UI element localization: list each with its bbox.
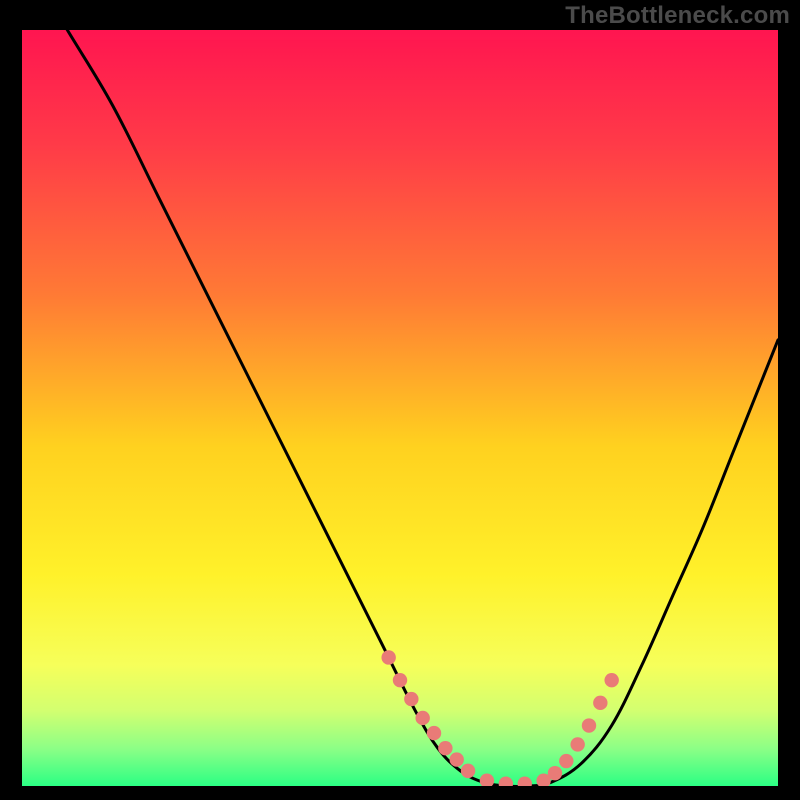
sweet-spot-dot	[582, 718, 596, 732]
watermark-text: TheBottleneck.com	[565, 2, 790, 30]
sweet-spot-dot	[461, 764, 475, 778]
sweet-spot-dot	[559, 754, 573, 768]
sweet-spot-dot	[450, 752, 464, 766]
sweet-spot-dot	[548, 766, 562, 780]
sweet-spot-dot	[427, 726, 441, 740]
chart-frame: TheBottleneck.com	[0, 0, 800, 800]
sweet-spot-dot	[438, 741, 452, 755]
gradient-background	[22, 30, 778, 786]
sweet-spot-dot	[393, 673, 407, 687]
sweet-spot-dot	[593, 696, 607, 710]
bottleneck-chart	[22, 30, 778, 786]
plot-area	[22, 30, 778, 786]
sweet-spot-dot	[381, 650, 395, 664]
sweet-spot-dot	[570, 737, 584, 751]
sweet-spot-dot	[604, 673, 618, 687]
sweet-spot-dot	[404, 692, 418, 706]
sweet-spot-dot	[415, 711, 429, 725]
